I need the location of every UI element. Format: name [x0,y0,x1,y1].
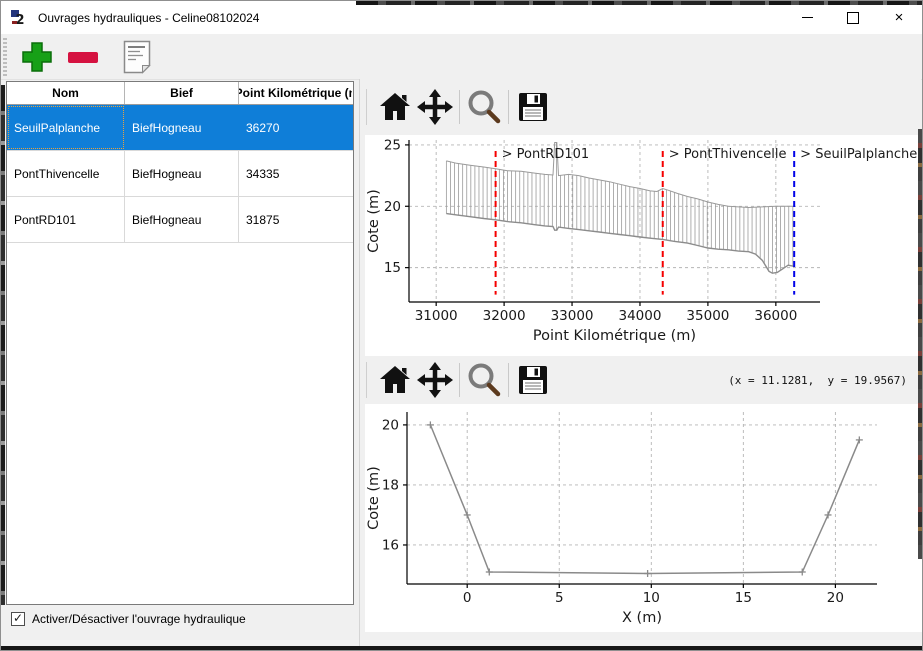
svg-text:5: 5 [555,590,564,606]
svg-text:33000: 33000 [551,308,594,324]
save-figure-button[interactable] [513,86,553,128]
svg-text:15: 15 [735,590,752,606]
cell-pk: 31875 [239,197,352,242]
titlebar: 2 Ouvrages hydrauliques - Celine08102024… [1,1,922,34]
svg-text:18: 18 [382,477,399,493]
table-header-row: Nom Bief Point Kilométrique (m) [7,82,353,105]
table-row[interactable]: PontRD101BiefHogneau31875 [7,197,353,243]
add-icon [20,40,54,74]
cell-nom: PontRD101 [7,197,125,242]
svg-text:36000: 36000 [754,308,797,324]
table-row[interactable]: SeuilPalplancheBiefHogneau36270 [7,105,353,151]
save-icon [518,92,548,122]
maximize-icon [847,12,859,24]
add-structure-button[interactable] [17,37,57,77]
cell-bief: BiefHogneau [125,151,239,196]
enable-structure-row: ✓ Activer/Désactiver l'ouvrage hydrauliq… [11,612,246,626]
save-icon [518,365,548,395]
minimize-button[interactable] [784,1,830,34]
close-icon: × [895,10,904,25]
home-icon [378,364,412,396]
svg-text:Cote (m): Cote (m) [366,189,382,253]
cross-section-figure: 0 5 10 15 20 16 18 20 X (m) Cote (m) [365,404,922,632]
pan-icon [417,362,453,398]
toolbar-separator [459,363,460,397]
cell-nom: PontThivencelle [7,151,125,196]
checkmark-icon: ✓ [13,612,23,624]
close-button[interactable]: × [876,1,922,34]
longitudinal-profile-chart[interactable]: > PontRD101 > PontThivencelle > SeuilPalpl… [365,135,922,356]
svg-text:20: 20 [382,417,399,433]
pan-icon [417,89,453,125]
maximize-button[interactable] [830,1,876,34]
cell-bief: BiefHogneau [125,105,239,150]
background-bleed-top [356,1,922,5]
minimize-icon [802,17,813,18]
plots-panel: > PontRD101 > PontThivencelle > SeuilPalpl… [359,79,921,648]
toolbar-separator [508,90,509,124]
remove-icon [66,40,100,74]
svg-text:20: 20 [384,199,401,215]
cell-pk: 36270 [239,105,352,150]
svg-text:34000: 34000 [618,308,661,324]
svg-text:31000: 31000 [415,308,458,324]
svg-text:X (m): X (m) [622,610,662,626]
toolbar-grip [3,38,7,76]
enable-structure-checkbox[interactable]: ✓ [11,612,25,626]
app-icon: 2 [10,8,30,28]
toolbar-handle [366,362,367,398]
notes-button[interactable] [117,37,157,77]
header-nom[interactable]: Nom [7,82,125,104]
svg-text:10: 10 [643,590,660,606]
cross-section-chart[interactable]: 0 5 10 15 20 16 18 20 X (m) Cote (m) [365,404,922,632]
app-window: 2 Ouvrages hydrauliques - Celine08102024… [0,0,923,651]
cursor-coordinates: (x = 11.1281, y = 19.9567) [728,374,921,387]
background-bleed-bottom [1,646,922,650]
structures-table: Nom Bief Point Kilométrique (m) SeuilPal… [6,81,354,605]
svg-text:Point Kilométrique (m): Point Kilométrique (m) [533,328,696,344]
header-bief[interactable]: Bief [125,82,239,104]
table-body: SeuilPalplancheBiefHogneau36270PontThive… [7,105,353,243]
pan-button[interactable] [415,86,455,128]
toolbar-separator [508,363,509,397]
svg-text:32000: 32000 [483,308,526,324]
background-bleed-left [1,85,5,605]
cell-bief: BiefHogneau [125,197,239,242]
svg-text:Cote (m): Cote (m) [366,466,382,530]
home-button[interactable] [375,86,415,128]
cross-section-toolbar: (x = 11.1281, y = 19.9567) [360,356,921,404]
enable-structure-label: Activer/Désactiver l'ouvrage hydraulique [32,612,246,626]
svg-text:20: 20 [827,590,844,606]
remove-structure-button[interactable] [63,37,103,77]
background-bleed-right [918,129,922,559]
window-title: Ouvrages hydrauliques - Celine08102024 [38,11,259,25]
home-icon [378,91,412,123]
cell-pk: 34335 [239,151,352,196]
header-pk[interactable]: Point Kilométrique (m) [239,82,352,104]
svg-text:15: 15 [384,260,401,276]
svg-text:16: 16 [382,537,399,553]
cell-nom: SeuilPalplanche [7,105,125,150]
svg-text:> PontThivencelle: > PontThivencelle [669,147,787,162]
main-toolbar [1,34,922,80]
svg-text:35000: 35000 [686,308,729,324]
svg-text:25: 25 [384,137,401,153]
home-button[interactable] [375,359,415,401]
notes-icon [123,40,151,74]
magnifier-icon [465,361,503,399]
zoom-rect-button[interactable] [464,359,504,401]
magnifier-icon [465,88,503,126]
toolbar-separator [459,90,460,124]
table-row[interactable]: PontThivencelleBiefHogneau34335 [7,151,353,197]
toolbar-handle [366,89,367,125]
svg-text:0: 0 [463,590,472,606]
profile-plot-toolbar [360,79,921,135]
svg-text:2: 2 [15,13,24,28]
pan-button[interactable] [415,359,455,401]
save-figure-button[interactable] [513,359,553,401]
svg-text:> PontRD101: > PontRD101 [502,147,590,162]
svg-text:> SeuilPalplanche: > SeuilPalplanche [800,147,917,162]
profile-figure: > PontRD101 > PontThivencelle > SeuilPalpl… [365,135,922,356]
zoom-rect-button[interactable] [464,86,504,128]
